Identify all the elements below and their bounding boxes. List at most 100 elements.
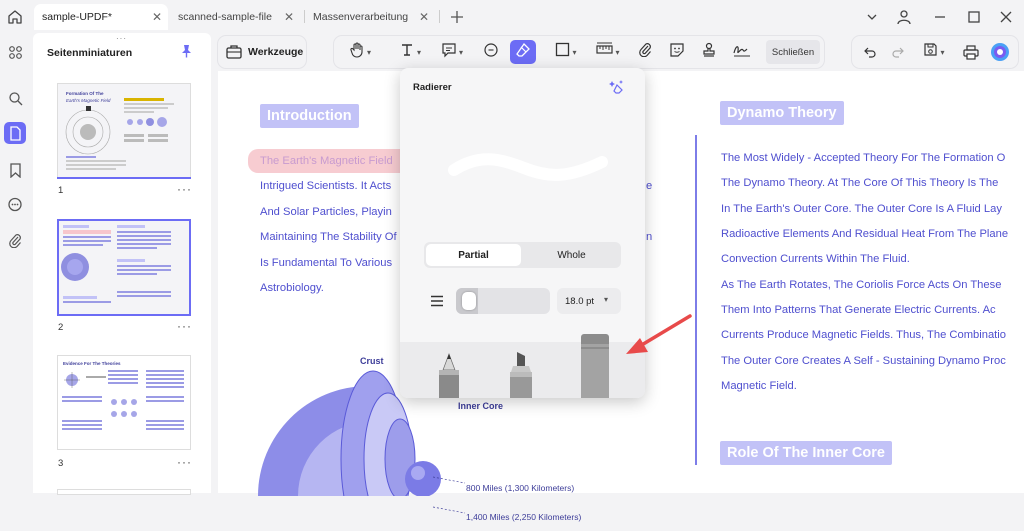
page-more-icon[interactable]: ··· [177,182,192,196]
size-select[interactable]: 18.0 pt ▾ [557,288,621,314]
page-more-icon[interactable]: ··· [177,319,192,333]
dimension-arrows [433,476,466,514]
tools-button[interactable]: Werkzeuge [218,36,306,68]
panel-resize-handle[interactable]: ··· [116,34,127,43]
page-thumbnail-3[interactable]: Evidence For The Theories [57,355,191,450]
signature-tool[interactable] [728,40,756,64]
page-thumbnail-4[interactable] [57,489,191,495]
tab-scanned-sample-file[interactable]: scanned-sample-file ✕ [170,4,300,30]
diagram-label-800-miles: 800 Miles (1,300 Kilometers) [466,483,575,493]
attach-tool[interactable] [632,40,658,64]
pin-icon[interactable] [180,44,193,63]
text-line: In The Earth's Outer Core. The Outer Cor… [721,203,1002,215]
text-line-tail: n [646,231,653,243]
thumb-content [62,370,184,430]
close-tab-icon[interactable]: ✕ [284,10,294,24]
text-line: Radioactive Elements And Residual Heat F… [721,228,1009,240]
text-line: The Earth's Magnetic Field [260,155,393,167]
diagram-label-inner-core: Inner Core [458,401,504,411]
close-tab-icon[interactable]: ✕ [419,10,429,24]
tab-sample-updf[interactable]: sample-UPDF* ✕ [34,4,168,30]
page-more-icon[interactable]: ··· [177,455,192,469]
bookmark-icon[interactable] [4,159,26,181]
text-line: The Most Widely - Accepted Theory For Th… [721,152,1006,164]
mode-whole-button[interactable]: Whole [524,244,619,266]
sticker-tool[interactable] [664,40,690,64]
text-line-tail: e [646,180,653,192]
maximize-icon[interactable] [963,6,985,28]
minimize-icon[interactable] [929,6,951,28]
text-line: Maintaining The Stability Of [260,231,397,243]
eraser-popup: Radierer Partial Whole 18.0 pt ▾ [400,68,645,398]
undo-icon[interactable] [860,40,880,64]
eraser-icon [515,42,531,63]
comments-icon[interactable] [4,194,26,216]
shape-tool[interactable]: ▾ [548,40,584,64]
chevron-down-icon: ▾ [366,47,371,57]
ai-assistant-icon[interactable] [988,40,1012,64]
text-line: Magnetic Field. [721,380,797,392]
close-window-icon[interactable] [995,6,1017,28]
save-icon [923,42,938,62]
text-line: Intrigued Scientists. It Acts [260,180,392,192]
mode-partial-button[interactable]: Partial [426,244,521,266]
thumb-content [65,98,174,170]
rectangle-icon [555,42,570,62]
new-tab-icon[interactable] [446,6,468,28]
text-tool[interactable]: ▾ [392,40,428,64]
tab-label: sample-UPDF* [42,11,113,23]
close-tab-icon[interactable]: ✕ [152,10,162,24]
thumbnail-panel: ··· Seitenminiaturen Formation Of The Ea… [33,33,211,495]
marker-eraser-icon[interactable] [506,350,536,398]
text-line: Astrobiology. [260,282,324,294]
page-number: 2 [58,322,64,333]
eraser-tool[interactable] [510,40,536,64]
page-thumbnail-1[interactable]: Formation Of The Earth's Magnetic Field [57,83,191,178]
close-tool-button[interactable]: Schließen [766,40,820,64]
stamp-icon [701,42,717,63]
user-account-icon[interactable] [893,6,915,28]
tools-label: Werkzeuge [248,46,304,58]
text-line: And Solar Particles, Playin [260,206,392,218]
redo-icon[interactable] [888,40,908,64]
comment-tool[interactable]: ▾ [434,40,470,64]
diagram-label-crust: Crust [360,356,384,366]
page-thumbnail-2[interactable] [57,219,191,316]
print-icon[interactable] [960,40,982,64]
page-thumbnails-icon[interactable] [4,122,26,144]
pencil-eraser-icon[interactable] [436,352,462,398]
chevron-down-icon[interactable] [861,6,883,28]
heading-introduction: Introduction [260,104,359,128]
stamp-tool[interactable] [696,40,722,64]
text-line: Convection Currents Within The Fluid. [721,253,910,265]
attachment-icon[interactable] [4,229,26,251]
text-line: Them Into Patterns That Generate Electri… [721,304,996,316]
size-value: 18.0 pt [565,295,595,307]
tab-label: scanned-sample-file [178,11,272,23]
measure-tool[interactable]: ▾ [590,40,626,64]
text-line: Is Fundamental To Various [260,257,393,269]
page-number: 3 [58,458,64,469]
sticky-note-tool[interactable] [478,40,504,64]
apps-grid-icon[interactable] [4,41,26,63]
text-icon [399,42,415,63]
home-icon[interactable] [4,6,26,28]
search-icon[interactable] [4,87,26,109]
chevron-down-icon: ▾ [458,47,463,57]
tab-massenverarbeitung[interactable]: Massenverarbeitung ✕ [305,4,435,30]
magic-eraser-icon[interactable] [608,79,626,100]
red-arrow-annotation [626,314,692,354]
size-slider[interactable] [456,288,550,314]
slider-thumb[interactable] [462,292,476,310]
save-menu[interactable]: ▾ [916,40,952,64]
hand-tool[interactable]: ▾ [342,40,378,64]
chevron-down-icon: ▾ [572,47,577,57]
text-line: As The Earth Rotates, The Coriolis Force… [721,279,1002,291]
heading-role-of-inner-core: Role Of The Inner Core [720,441,892,465]
panel-title: Seitenminiaturen [47,47,133,59]
stroke-preview [448,153,608,181]
signature-icon [733,42,751,63]
tab-label: Massenverarbeitung [313,11,409,23]
eraser-type-tray [400,334,645,398]
block-eraser-icon[interactable] [578,332,612,398]
